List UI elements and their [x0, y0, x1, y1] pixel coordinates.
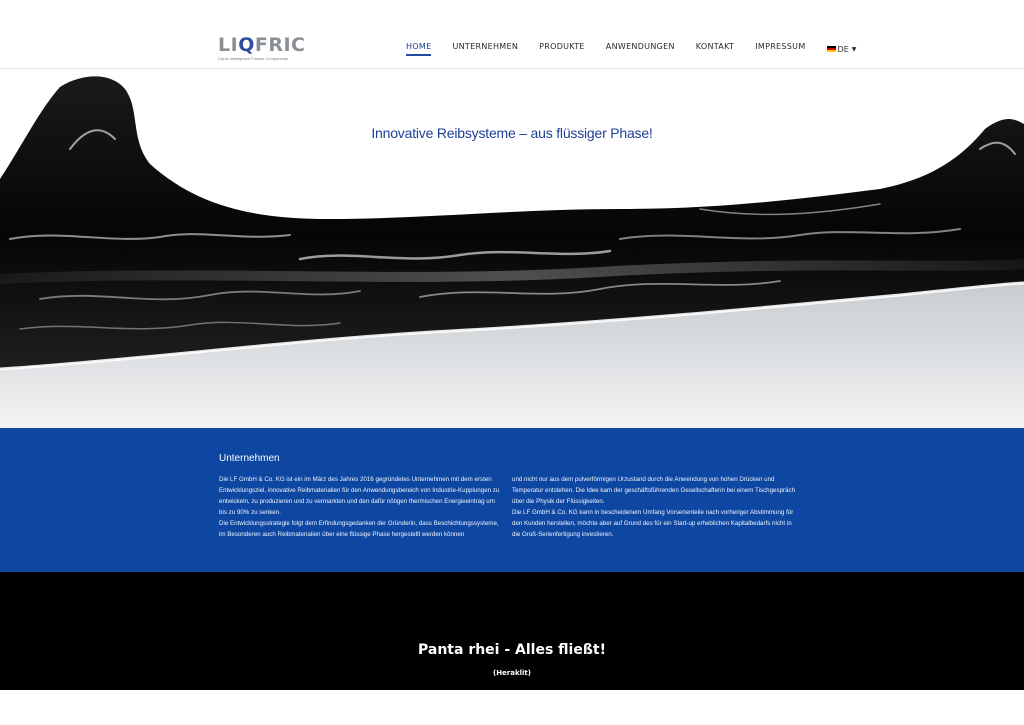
caret-down-icon: ▼ [851, 45, 857, 53]
company-text-left: Die LF GmbH & Co. KG ist ein im März des… [219, 474, 504, 540]
logo-wordmark: LIQFRIC [218, 34, 306, 56]
language-label: DE [837, 44, 849, 54]
company-paragraph: Die LF GmbH & Co. KG kann in bescheidene… [512, 509, 794, 538]
logo-tagline: Liquid Intelligence Friction Components [218, 56, 289, 61]
quote-author: (Heraklit) [493, 669, 531, 677]
company-paragraph: Die Entwicklungsstrategie folgt dem Erfi… [219, 520, 499, 538]
language-switcher[interactable]: DE ▼ [826, 42, 857, 56]
company-section: Unternehmen Die LF GmbH & Co. KG ist ein… [0, 428, 1024, 572]
nav-anwendungen[interactable]: ANWENDUNGEN [606, 42, 675, 56]
liquid-splash-image [0, 76, 1024, 428]
quote-section: Panta rhei - Alles fließt! (Heraklit) [0, 572, 1024, 690]
company-text-right: und nicht nur aus dem pulverförmigen Urz… [512, 474, 797, 540]
site-header: LIQFRIC Liquid Intelligence Friction Com… [0, 0, 1024, 69]
nav-kontakt[interactable]: KONTAKT [696, 42, 734, 56]
nav-home[interactable]: HOME [406, 42, 432, 56]
company-paragraph: und nicht nur aus dem pulverförmigen Urz… [512, 476, 796, 505]
quote-text: Panta rhei - Alles fließt! [418, 642, 606, 658]
company-heading: Unternehmen [219, 453, 280, 464]
german-flag-icon [826, 46, 836, 52]
logo[interactable]: LIQFRIC Liquid Intelligence Friction Com… [218, 34, 305, 61]
hero-title: Innovative Reibsysteme – aus flüssiger P… [371, 125, 653, 141]
nav-unternehmen[interactable]: UNTERNEHMEN [452, 42, 518, 56]
main-nav: HOME UNTERNEHMEN PRODUKTE ANWENDUNGEN KO… [406, 42, 856, 56]
company-paragraph: Die LF GmbH & Co. KG ist ein im März des… [219, 476, 500, 516]
hero-banner: Innovative Reibsysteme – aus flüssiger P… [0, 69, 1024, 428]
nav-produkte[interactable]: PRODUKTE [539, 42, 585, 56]
nav-impressum[interactable]: IMPRESSUM [755, 42, 805, 56]
